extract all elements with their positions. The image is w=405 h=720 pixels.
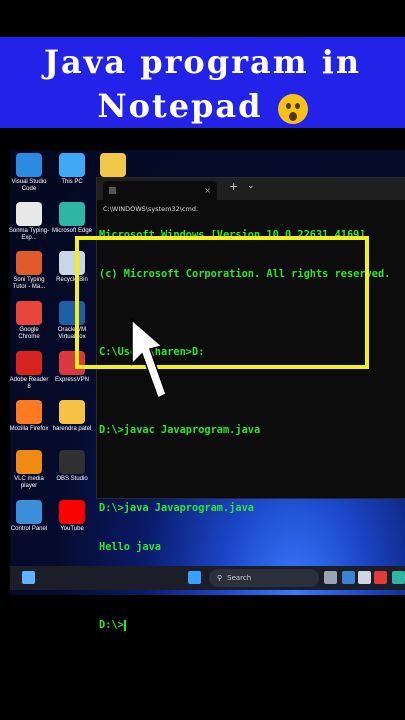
highlight-box <box>75 236 369 369</box>
desktop-icon-label: Soni Typing Tutor - Ma... <box>12 277 46 290</box>
chrome-icon <box>16 301 42 325</box>
terminal-titlebar[interactable]: C:\WINDOWS\system32\cmd. × + ⌄ <box>97 178 405 213</box>
cmd-icon <box>109 186 116 194</box>
tab-dropdown-button[interactable]: ⌄ <box>247 181 255 191</box>
desktop-icon-youtube[interactable]: YouTube <box>51 500 93 533</box>
terminal-prompt-line: D:\> <box>99 619 404 632</box>
astonished-face-icon <box>277 93 308 124</box>
adobe-icon <box>16 351 42 375</box>
desktop-icon-label: Sonma Typing-Exp... <box>8 228 50 241</box>
soni-icon <box>16 251 42 275</box>
desktop-icon-edge[interactable]: Microsoft Edge <box>51 202 93 235</box>
harendra-icon <box>59 400 85 424</box>
banner-title-line-2: Notepad <box>0 87 405 125</box>
terminal-line: Hello java <box>99 541 161 553</box>
desktop-icon-label: harendra patel <box>52 426 92 432</box>
taskbar-app-icon[interactable] <box>342 571 355 584</box>
desktop-icon-label: Visual Studio Code <box>11 179 47 192</box>
new-tab-button[interactable]: + <box>229 180 238 193</box>
banner-title-text: Notepad <box>97 87 263 125</box>
desktop-icon-firefox[interactable]: Mozilla Firefox <box>8 400 50 433</box>
obs-icon <box>59 450 85 474</box>
edge-taskbar-icon[interactable] <box>392 571 405 584</box>
widgets-icon[interactable] <box>22 571 35 584</box>
desktop-icon-soni[interactable]: Soni Typing Tutor - Ma... <box>8 251 50 291</box>
taskbar: ⚲ Search <box>10 566 405 590</box>
desktop-icon-label: This PC <box>61 179 83 185</box>
vscode-icon <box>16 153 42 177</box>
desktop-icon-vscode[interactable]: Visual Studio Code <box>8 153 50 193</box>
desktop-icon-sonma[interactable]: Sonma Typing-Exp... <box>8 202 50 242</box>
taskbar-app-icon[interactable] <box>374 571 387 584</box>
desktop-icon-vlc[interactable]: VLC media player <box>8 450 50 490</box>
mouse-pointer-arrow-icon <box>131 318 167 400</box>
desktop-icon-thispc[interactable]: This PC <box>51 153 93 186</box>
desktop-icon-chrome[interactable]: Google Chrome <box>8 301 50 341</box>
task-view-icon[interactable] <box>324 571 337 584</box>
terminal-prompt: D:\> <box>99 619 124 631</box>
controlpanel-icon <box>16 500 42 524</box>
folder-icon <box>100 153 126 177</box>
tab-close-button[interactable]: × <box>204 181 211 200</box>
desktop-icon-harendra[interactable]: harendra patel <box>51 400 93 433</box>
firefox-icon <box>16 400 42 424</box>
desktop-icon-adobe[interactable]: Adobe Reader 8 <box>8 351 50 391</box>
desktop-icon-obs[interactable]: OBS Studio <box>51 450 93 483</box>
desktop-icon-label: ExpressVPN <box>54 377 89 383</box>
youtube-icon <box>59 500 85 524</box>
text-cursor <box>123 619 126 631</box>
desktop-icon-controlpanel[interactable]: Control Panel <box>8 500 50 533</box>
vlc-icon <box>16 450 42 474</box>
search-placeholder: Search <box>227 574 252 582</box>
desktop-icon-label: Google Chrome <box>18 327 40 340</box>
banner-title-line-1: Java program in <box>43 43 362 81</box>
desktop-icon-label: Microsoft Edge <box>51 228 93 234</box>
start-button-icon[interactable] <box>188 571 201 584</box>
desktop-icon-label: Control Panel <box>10 526 48 532</box>
terminal-line: D:\>javac Javaprogram.java <box>99 424 261 436</box>
desktop-icon-label: OBS Studio <box>56 476 88 482</box>
desktop-icon-label: Mozilla Firefox <box>9 426 49 432</box>
taskbar-app-icon[interactable] <box>358 571 371 584</box>
desktop-icon-label: VLC media player <box>14 476 44 489</box>
sonma-icon <box>16 202 42 226</box>
terminal-tab[interactable]: C:\WINDOWS\system32\cmd. × <box>103 181 217 213</box>
terminal-line: D:\>java Javaprogram.java <box>99 502 254 514</box>
desktop-icon-folder[interactable] <box>92 153 134 179</box>
thispc-icon <box>59 153 85 177</box>
taskbar-search[interactable]: ⚲ Search <box>209 569 319 587</box>
desktop-icon-label: YouTube <box>60 526 84 532</box>
edge-icon <box>59 202 85 226</box>
search-icon: ⚲ <box>217 574 223 582</box>
desktop-icon-label: Adobe Reader 8 <box>9 377 49 390</box>
title-banner: Java program in Notepad <box>0 37 405 128</box>
